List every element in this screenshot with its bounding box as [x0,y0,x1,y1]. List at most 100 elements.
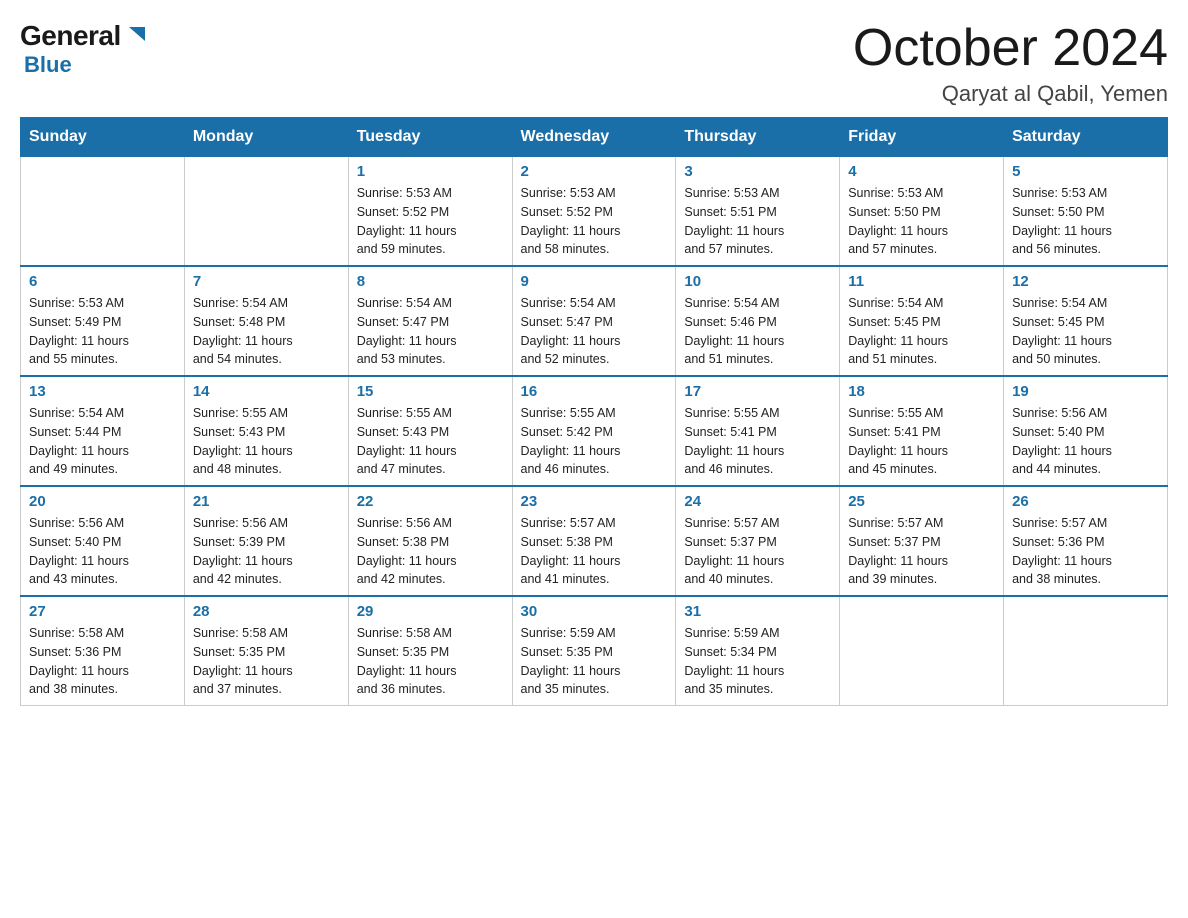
day-info: Sunrise: 5:53 AMSunset: 5:50 PMDaylight:… [1012,184,1159,259]
table-row: 5 Sunrise: 5:53 AMSunset: 5:50 PMDaylight… [1004,157,1168,267]
table-row: 22 Sunrise: 5:56 AMSunset: 5:38 PMDayligh… [348,486,512,596]
table-row: 28 Sunrise: 5:58 AMSunset: 5:35 PMDayligh… [184,596,348,706]
title-section: October 2024 Qaryat al Qabil, Yemen [853,20,1168,107]
header-sunday: Sunday [21,118,185,157]
logo-general-text: General [20,20,121,52]
day-info: Sunrise: 5:54 AMSunset: 5:47 PMDaylight:… [521,294,668,369]
table-row: 31 Sunrise: 5:59 AMSunset: 5:34 PMDayligh… [676,596,840,706]
table-row: 29 Sunrise: 5:58 AMSunset: 5:35 PMDayligh… [348,596,512,706]
table-row: 3 Sunrise: 5:53 AMSunset: 5:51 PMDaylight… [676,157,840,267]
table-row: 10Sunrise: 5:54 AMSunset: 5:46 PMDayligh… [676,266,840,376]
table-row: 11 Sunrise: 5:54 AMSunset: 5:45 PMDayligh… [840,266,1004,376]
table-row: 18Sunrise: 5:55 AMSunset: 5:41 PMDayligh… [840,376,1004,486]
day-info: Sunrise: 5:55 AMSunset: 5:41 PMDaylight:… [684,404,831,479]
main-title: October 2024 [853,20,1168,77]
day-info: Sunrise: 5:53 AMSunset: 5:50 PMDaylight:… [848,184,995,259]
day-number: 22 [357,493,504,510]
table-row: 6 Sunrise: 5:53 AMSunset: 5:49 PMDaylight… [21,266,185,376]
day-info: Sunrise: 5:55 AMSunset: 5:43 PMDaylight:… [357,404,504,479]
day-info: Sunrise: 5:58 AMSunset: 5:35 PMDaylight:… [193,624,340,699]
table-row [1004,596,1168,706]
header-friday: Friday [840,118,1004,157]
calendar-header-row: Sunday Monday Tuesday Wednesday Thursday… [21,118,1168,157]
table-row: 14 Sunrise: 5:55 AMSunset: 5:43 PMDayligh… [184,376,348,486]
day-info: Sunrise: 5:54 AMSunset: 5:45 PMDaylight:… [1012,294,1159,369]
day-number: 3 [684,163,831,180]
day-info: Sunrise: 5:57 AMSunset: 5:37 PMDaylight:… [684,514,831,589]
day-info: Sunrise: 5:58 AMSunset: 5:35 PMDaylight:… [357,624,504,699]
day-number: 19 [1012,383,1159,400]
day-number: 20 [29,493,176,510]
table-row: 1 Sunrise: 5:53 AMSunset: 5:52 PMDaylight… [348,157,512,267]
day-info: Sunrise: 5:56 AMSunset: 5:40 PMDaylight:… [1012,404,1159,479]
table-row [840,596,1004,706]
day-info: Sunrise: 5:56 AMSunset: 5:38 PMDaylight:… [357,514,504,589]
day-number: 6 [29,273,176,290]
day-info: Sunrise: 5:57 AMSunset: 5:36 PMDaylight:… [1012,514,1159,589]
day-info: Sunrise: 5:53 AMSunset: 5:51 PMDaylight:… [684,184,831,259]
table-row: 13Sunrise: 5:54 AMSunset: 5:44 PMDayligh… [21,376,185,486]
table-row: 15 Sunrise: 5:55 AMSunset: 5:43 PMDayligh… [348,376,512,486]
table-row: 4 Sunrise: 5:53 AMSunset: 5:50 PMDaylight… [840,157,1004,267]
header-thursday: Thursday [676,118,840,157]
calendar-week-5: 27Sunrise: 5:58 AMSunset: 5:36 PMDayligh… [21,596,1168,706]
table-row: 25Sunrise: 5:57 AMSunset: 5:37 PMDayligh… [840,486,1004,596]
day-number: 5 [1012,163,1159,180]
day-number: 28 [193,603,340,620]
day-info: Sunrise: 5:57 AMSunset: 5:37 PMDaylight:… [848,514,995,589]
table-row: 2 Sunrise: 5:53 AMSunset: 5:52 PMDaylight… [512,157,676,267]
day-number: 4 [848,163,995,180]
day-number: 26 [1012,493,1159,510]
day-number: 18 [848,383,995,400]
table-row: 23 Sunrise: 5:57 AMSunset: 5:38 PMDayligh… [512,486,676,596]
logo: General Blue [20,20,145,78]
day-info: Sunrise: 5:53 AMSunset: 5:52 PMDaylight:… [357,184,504,259]
calendar-week-1: 1 Sunrise: 5:53 AMSunset: 5:52 PMDaylight… [21,157,1168,267]
subtitle: Qaryat al Qabil, Yemen [853,81,1168,107]
table-row: 8Sunrise: 5:54 AMSunset: 5:47 PMDaylight… [348,266,512,376]
day-info: Sunrise: 5:56 AMSunset: 5:40 PMDaylight:… [29,514,176,589]
day-number: 29 [357,603,504,620]
table-row: 30 Sunrise: 5:59 AMSunset: 5:35 PMDayligh… [512,596,676,706]
day-info: Sunrise: 5:55 AMSunset: 5:43 PMDaylight:… [193,404,340,479]
day-number: 24 [684,493,831,510]
table-row: 19 Sunrise: 5:56 AMSunset: 5:40 PMDayligh… [1004,376,1168,486]
day-info: Sunrise: 5:54 AMSunset: 5:46 PMDaylight:… [684,294,831,369]
day-info: Sunrise: 5:59 AMSunset: 5:34 PMDaylight:… [684,624,831,699]
table-row: 21 Sunrise: 5:56 AMSunset: 5:39 PMDayligh… [184,486,348,596]
table-row: 24 Sunrise: 5:57 AMSunset: 5:37 PMDayligh… [676,486,840,596]
day-number: 16 [521,383,668,400]
day-info: Sunrise: 5:53 AMSunset: 5:52 PMDaylight:… [521,184,668,259]
day-number: 9 [521,273,668,290]
day-number: 23 [521,493,668,510]
logo-blue-text: Blue [24,52,72,78]
day-number: 21 [193,493,340,510]
header-monday: Monday [184,118,348,157]
table-row [21,157,185,267]
day-info: Sunrise: 5:59 AMSunset: 5:35 PMDaylight:… [521,624,668,699]
day-number: 30 [521,603,668,620]
day-number: 15 [357,383,504,400]
day-info: Sunrise: 5:56 AMSunset: 5:39 PMDaylight:… [193,514,340,589]
day-number: 14 [193,383,340,400]
day-number: 31 [684,603,831,620]
day-info: Sunrise: 5:53 AMSunset: 5:49 PMDaylight:… [29,294,176,369]
day-number: 1 [357,163,504,180]
logo-arrow-icon [123,23,145,45]
page-header: General Blue October 2024 Qaryat al Qabi… [20,20,1168,107]
day-number: 17 [684,383,831,400]
day-number: 2 [521,163,668,180]
day-number: 11 [848,273,995,290]
calendar-week-2: 6 Sunrise: 5:53 AMSunset: 5:49 PMDaylight… [21,266,1168,376]
day-info: Sunrise: 5:54 AMSunset: 5:48 PMDaylight:… [193,294,340,369]
table-row: 20 Sunrise: 5:56 AMSunset: 5:40 PMDayligh… [21,486,185,596]
header-tuesday: Tuesday [348,118,512,157]
table-row: 9 Sunrise: 5:54 AMSunset: 5:47 PMDaylight… [512,266,676,376]
table-row [184,157,348,267]
table-row: 7Sunrise: 5:54 AMSunset: 5:48 PMDaylight… [184,266,348,376]
day-info: Sunrise: 5:54 AMSunset: 5:45 PMDaylight:… [848,294,995,369]
day-info: Sunrise: 5:58 AMSunset: 5:36 PMDaylight:… [29,624,176,699]
table-row: 17 Sunrise: 5:55 AMSunset: 5:41 PMDayligh… [676,376,840,486]
calendar-table: Sunday Monday Tuesday Wednesday Thursday… [20,117,1168,706]
day-info: Sunrise: 5:57 AMSunset: 5:38 PMDaylight:… [521,514,668,589]
